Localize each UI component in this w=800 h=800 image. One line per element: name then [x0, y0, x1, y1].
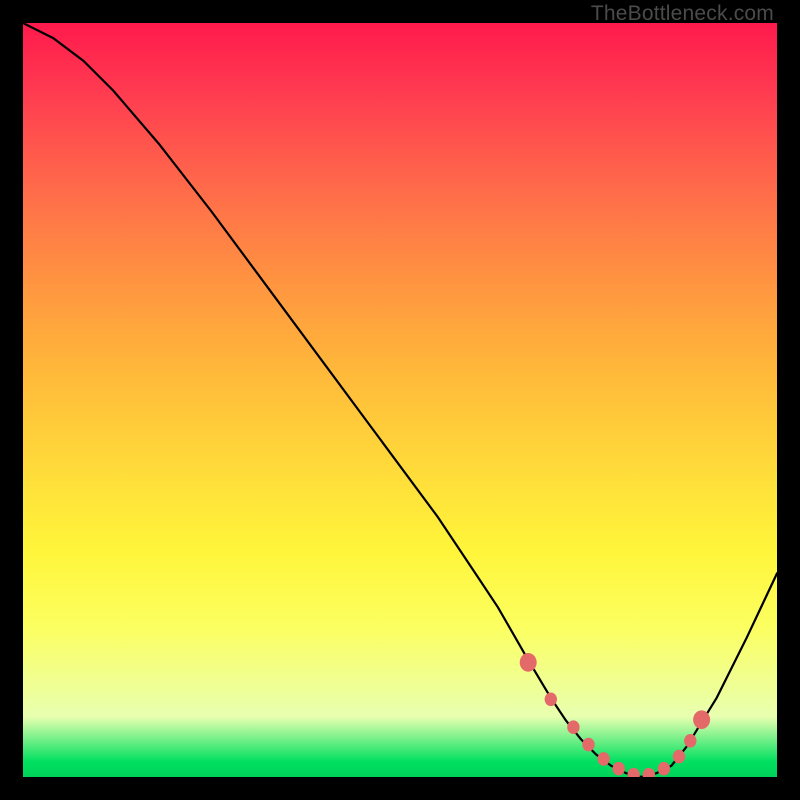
- watermark-text: TheBottleneck.com: [591, 2, 774, 26]
- gradient-panel: [23, 23, 777, 777]
